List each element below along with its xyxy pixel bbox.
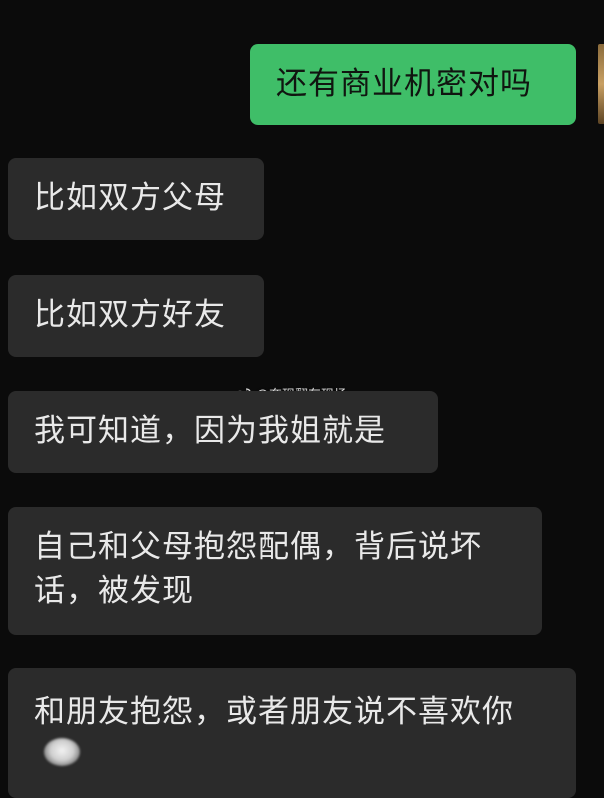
message-text: 比如双方父母	[34, 180, 226, 216]
message-text: 自己和父母抱怨配偶，背后说坏话，被发现	[34, 529, 482, 609]
message-bubble-incoming[interactable]: 比如双方父母	[8, 158, 264, 240]
message-bubble-incoming[interactable]: 和朋友抱怨，或者朋友说不喜欢你	[8, 668, 576, 798]
blurred-sticker	[44, 738, 80, 766]
message-text: 还有商业机密对吗	[276, 66, 532, 102]
message-text: 比如双方好友	[34, 297, 226, 333]
message-bubble-incoming[interactable]: 比如双方好友	[8, 275, 264, 357]
self-avatar[interactable]	[598, 44, 604, 124]
message-bubble-outgoing[interactable]: 还有商业机密对吗	[250, 44, 576, 125]
message-bubble-incoming[interactable]: 我可知道，因为我姐就是	[8, 391, 438, 473]
message-text: 和朋友抱怨，或者朋友说不喜欢你	[34, 694, 514, 728]
message-text: 我可知道，因为我姐就是	[34, 413, 386, 449]
chat-thread: 还有商业机密对吗 比如双方父母 比如双方好友 @奔现翻车现场 我可知道，因为我姐…	[0, 0, 604, 798]
message-bubble-incoming[interactable]: 自己和父母抱怨配偶，背后说坏话，被发现	[8, 507, 542, 635]
